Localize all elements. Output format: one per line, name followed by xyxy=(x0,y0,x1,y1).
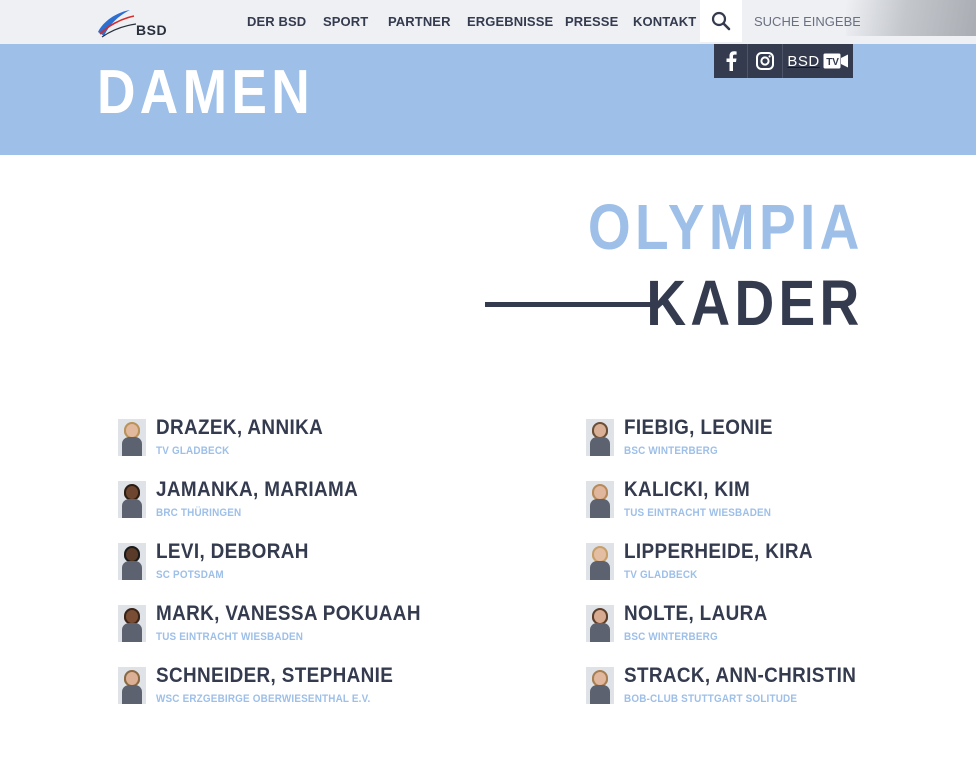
facebook-link[interactable] xyxy=(714,44,748,78)
svg-text:TV: TV xyxy=(826,57,839,68)
athlete-club: BSC WINTERBERG xyxy=(624,631,718,643)
nav-der-bsd[interactable]: DER BSD xyxy=(247,14,306,29)
athlete-club: BOB-CLUB STUTTGART SOLITUDE xyxy=(624,693,798,705)
athlete-name: FIEBIG, LEONIE xyxy=(624,416,773,439)
athlete-avatar xyxy=(118,667,146,704)
athlete-club: BRC THÜRINGEN xyxy=(156,507,242,519)
athlete-item[interactable]: JAMANKA, MARIAMA BRC THÜRINGEN xyxy=(118,478,448,525)
athlete-avatar xyxy=(118,481,146,518)
nav-kontakt[interactable]: KONTAKT xyxy=(633,14,696,29)
athlete-club: TUS EINTRACHT WIESBADEN xyxy=(156,631,304,643)
search-input[interactable] xyxy=(742,0,860,42)
nav-ergebnisse[interactable]: ERGEBNISSE xyxy=(467,14,553,29)
athlete-avatar xyxy=(118,419,146,456)
bsd-tv-link[interactable]: BSD TV xyxy=(783,44,853,78)
logo-text: BSD xyxy=(136,22,168,38)
athlete-item[interactable]: MARK, VANESSA POKUAAH TUS EINTRACHT WIES… xyxy=(118,602,448,649)
athlete-name: MARK, VANESSA POKUAAH xyxy=(156,602,421,625)
nav-presse[interactable]: PRESSE xyxy=(565,14,618,29)
page-title: DAMEN xyxy=(97,58,315,127)
bsd-swoosh-icon xyxy=(98,10,137,38)
heading-divider xyxy=(485,302,657,307)
athlete-name: DRAZEK, ANNIKA xyxy=(156,416,324,439)
instagram-icon xyxy=(756,52,774,70)
athlete-name: NOLTE, LAURA xyxy=(624,602,768,625)
athlete-name: LIPPERHEIDE, KIRA xyxy=(624,540,813,563)
athlete-club: TUS EINTRACHT WIESBADEN xyxy=(624,507,772,519)
athlete-name: STRACK, ANN-CHRISTIN xyxy=(624,664,857,687)
athlete-name: KALICKI, KIM xyxy=(624,478,751,501)
instagram-link[interactable] xyxy=(748,44,783,78)
top-navigation-bar: BSD DER BSD SPORT PARTNER ERGEBNISSE PRE… xyxy=(0,0,976,44)
bsd-tv-label: BSD xyxy=(787,52,820,70)
athlete-item[interactable]: STRACK, ANN-CHRISTIN BOB-CLUB STUTTGART … xyxy=(586,664,916,711)
search-button[interactable] xyxy=(700,0,742,42)
athlete-avatar xyxy=(586,481,614,518)
athlete-avatar xyxy=(586,543,614,580)
athlete-item[interactable]: FIEBIG, LEONIE BSC WINTERBERG xyxy=(586,416,916,463)
athlete-avatar xyxy=(586,605,614,642)
nav-partner[interactable]: PARTNER xyxy=(388,14,451,29)
athlete-avatar xyxy=(586,667,614,704)
section-title-kader: KADER xyxy=(646,267,864,339)
athlete-name: JAMANKA, MARIAMA xyxy=(156,478,359,501)
social-links: BSD TV xyxy=(714,44,853,78)
athlete-item[interactable]: DRAZEK, ANNIKA TV GLADBECK xyxy=(118,416,448,463)
athlete-name: SCHNEIDER, STEPHANIE xyxy=(156,664,394,687)
bsd-logo[interactable]: BSD xyxy=(96,6,176,38)
athlete-item[interactable]: KALICKI, KIM TUS EINTRACHT WIESBADEN xyxy=(586,478,916,525)
athlete-item[interactable]: NOLTE, LAURA BSC WINTERBERG xyxy=(586,602,916,649)
facebook-icon xyxy=(726,51,737,71)
athlete-club: SC POTSDAM xyxy=(156,569,224,581)
athlete-avatar xyxy=(118,543,146,580)
athlete-club: TV GLADBECK xyxy=(156,445,230,457)
topbar-decorative-fade xyxy=(846,0,976,36)
athlete-avatar xyxy=(586,419,614,456)
athlete-club: BSC WINTERBERG xyxy=(624,445,718,457)
athlete-name: LEVI, DEBORAH xyxy=(156,540,309,563)
search-icon xyxy=(711,11,731,31)
athlete-item[interactable]: LIPPERHEIDE, KIRA TV GLADBECK xyxy=(586,540,916,587)
athlete-club: TV GLADBECK xyxy=(624,569,698,581)
athlete-club: WSC ERZGEBIRGE OBERWIESENTHAL E.V. xyxy=(156,693,371,705)
athlete-item[interactable]: LEVI, DEBORAH SC POTSDAM xyxy=(118,540,448,587)
nav-sport[interactable]: SPORT xyxy=(323,14,368,29)
tv-camera-icon: TV xyxy=(823,53,848,69)
athlete-avatar xyxy=(118,605,146,642)
athlete-item[interactable]: SCHNEIDER, STEPHANIE WSC ERZGEBIRGE OBER… xyxy=(118,664,448,711)
section-title-olympia: OLYMPIA xyxy=(588,191,864,263)
